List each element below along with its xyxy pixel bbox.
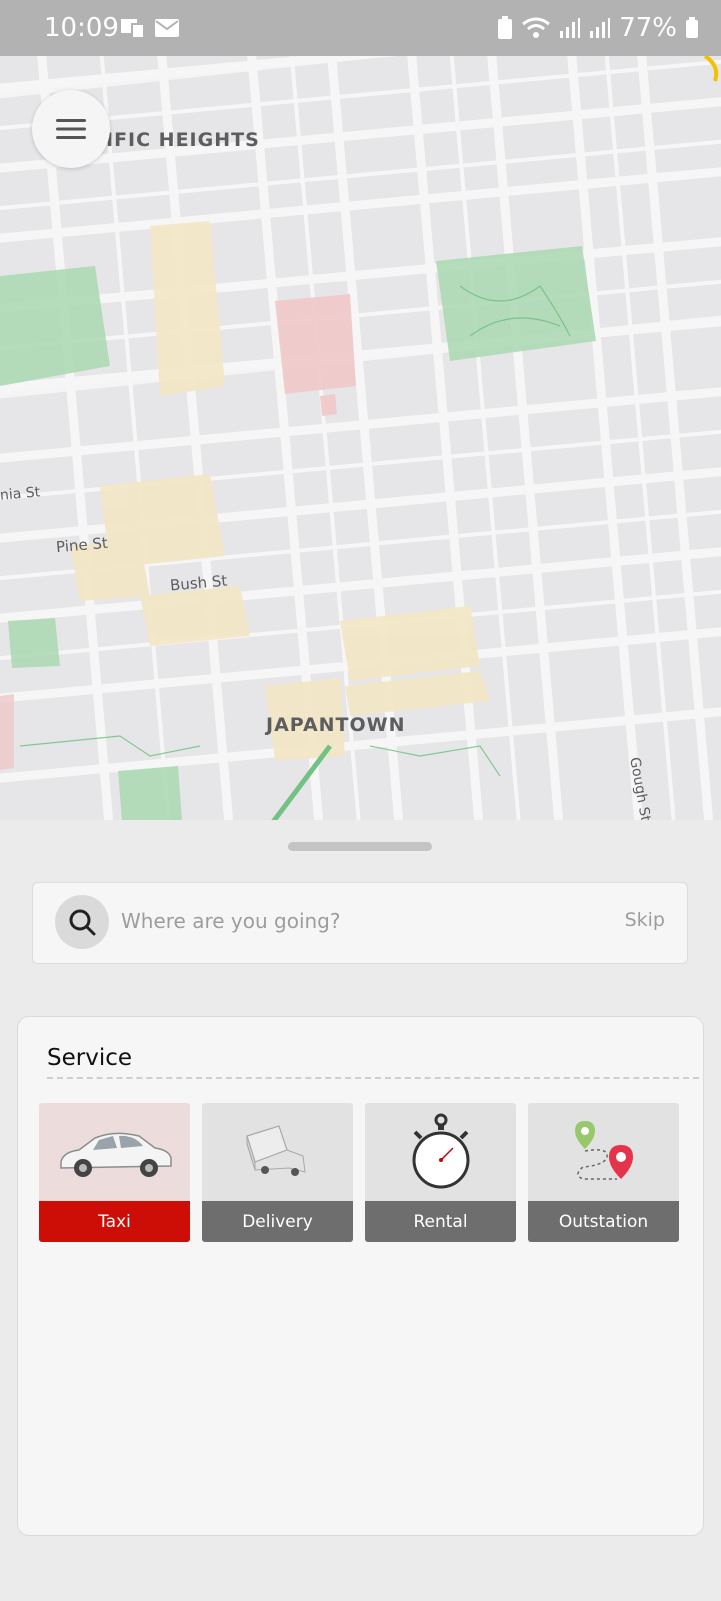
search-input[interactable]: Where are you going? <box>121 909 340 933</box>
battery-percent: 77% <box>619 13 677 43</box>
service-tile-taxi[interactable]: Taxi <box>39 1103 190 1242</box>
hospital-area <box>275 294 356 394</box>
battery-saver-icon <box>498 16 513 39</box>
service-label-outstation: Outstation <box>528 1201 679 1242</box>
map-label-japantown: JAPANTOWN <box>266 714 406 736</box>
search-bar[interactable]: Where are you going? Skip <box>32 882 688 964</box>
notification-icons <box>120 18 180 40</box>
skip-button[interactable]: Skip <box>625 909 665 931</box>
map-canvas <box>0 56 721 821</box>
status-right: 77% <box>497 13 699 43</box>
service-label-delivery: Delivery <box>202 1201 353 1242</box>
route-pins-icon <box>528 1103 679 1201</box>
service-label-rental: Rental <box>365 1201 516 1242</box>
mail-icon <box>155 19 179 37</box>
service-tile-rental[interactable]: Rental <box>365 1103 516 1242</box>
wifi-icon <box>522 17 551 38</box>
stopwatch-icon <box>365 1103 516 1201</box>
screen-record-icon <box>121 19 145 39</box>
status-bar: 10:09 77% <box>0 0 721 56</box>
map-label-heights: IFIC HEIGHTS <box>106 129 260 151</box>
search-icon <box>69 909 96 936</box>
signal-icon-2 <box>590 18 611 38</box>
bottom-sheet: Where are you going? Skip Service Taxi D… <box>0 820 721 1601</box>
menu-button[interactable] <box>32 90 110 168</box>
map-view[interactable]: IFIC HEIGHTS nia St Pine St Bush St JAPA… <box>0 56 721 821</box>
signal-icon <box>560 18 581 38</box>
car-icon <box>39 1103 190 1201</box>
service-label-taxi: Taxi <box>39 1201 190 1242</box>
service-card: Service Taxi Delivery Rental Outstation <box>17 1016 704 1536</box>
service-tile-delivery[interactable]: Delivery <box>202 1103 353 1242</box>
service-divider <box>47 1077 699 1079</box>
service-tile-outstation[interactable]: Outstation <box>528 1103 679 1242</box>
search-icon-button[interactable] <box>55 895 109 949</box>
sheet-drag-handle[interactable] <box>288 842 432 851</box>
service-title: Service <box>47 1045 133 1071</box>
status-time: 10:09 <box>44 13 119 43</box>
battery-icon <box>686 17 698 38</box>
hamburger-menu-icon <box>56 119 86 139</box>
truck-icon <box>202 1103 353 1201</box>
